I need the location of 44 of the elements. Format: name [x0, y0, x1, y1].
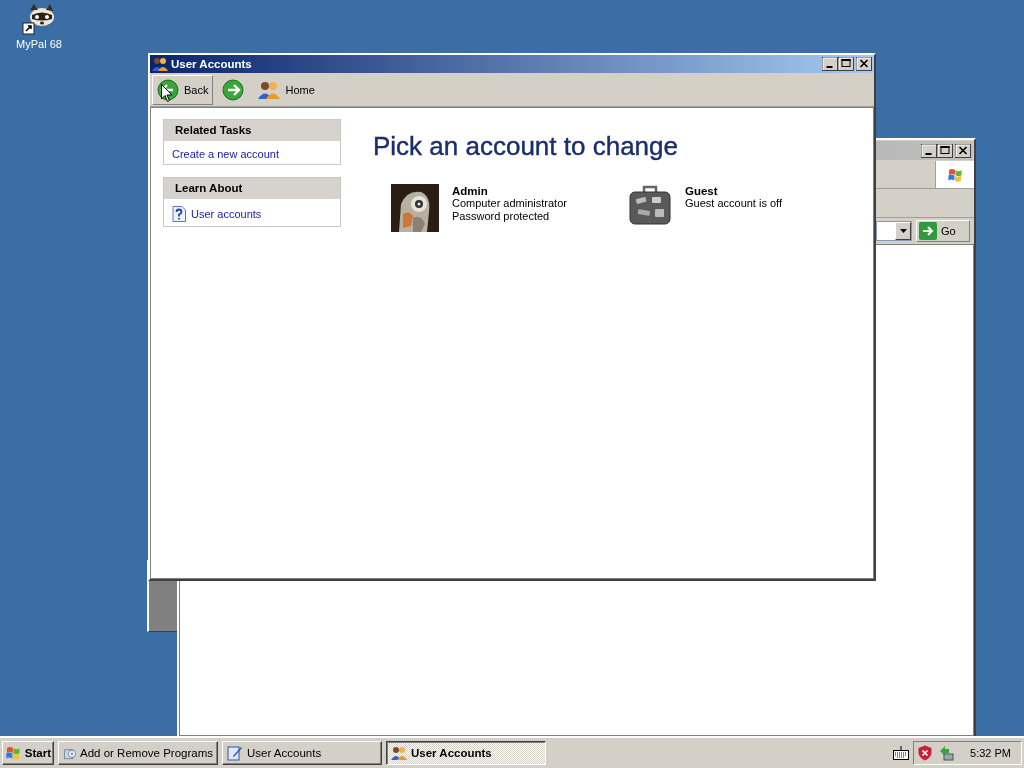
users-icon [391, 745, 407, 761]
minimize-button[interactable] [822, 57, 838, 71]
windows-logo-icon [947, 166, 963, 183]
account-name: Admin [452, 185, 489, 197]
account-detail: Guest account is off [685, 197, 783, 210]
taskbar-button[interactable]: Add or Remove Programs [58, 741, 218, 765]
icon-label: MyPal 68 [16, 38, 62, 50]
address-field[interactable] [876, 221, 912, 241]
users-icon [258, 80, 281, 100]
back-button[interactable]: Back [152, 75, 214, 105]
task-link[interactable]: User accounts [172, 206, 332, 222]
window-title: User Accounts [171, 58, 253, 70]
account-name: Guest [685, 185, 719, 197]
home-button[interactable]: Home [253, 75, 320, 105]
start-button[interactable]: Start [2, 741, 54, 765]
network-icon[interactable] [938, 745, 955, 761]
panel-header: Related Tasks [164, 120, 340, 141]
users-icon [152, 56, 168, 72]
account-detail: Password protected [452, 210, 551, 223]
dropdown-arrow-icon [899, 229, 907, 233]
help-icon [172, 206, 186, 222]
account-detail: Computer administrator [452, 197, 567, 210]
page-heading: Pick an account to change [373, 131, 679, 162]
close-button[interactable] [955, 143, 971, 158]
maximize-button[interactable] [937, 143, 953, 158]
windows-logo-icon [5, 745, 21, 761]
keyboard-icon[interactable] [893, 746, 910, 760]
taskbar-button[interactable]: User Accounts [222, 741, 382, 765]
raccoon-shortcut-icon[interactable] [22, 2, 56, 36]
maximize-button[interactable] [838, 57, 854, 71]
taskbar-button[interactable]: User Accounts [386, 741, 546, 765]
close-button[interactable] [856, 57, 872, 71]
task-link[interactable]: Create a new account [172, 148, 332, 160]
account-tile[interactable]: Admin Computer administrator Password protected [391, 184, 628, 232]
suitcase-icon [628, 184, 672, 228]
account-tile[interactable]: Guest Guest account is off [628, 184, 865, 232]
shield-icon[interactable] [918, 745, 933, 761]
mouse-cursor-icon [161, 84, 173, 103]
arrow-right-icon [919, 222, 937, 240]
clock[interactable]: 5:32 PM [970, 747, 1011, 759]
minimize-button[interactable] [921, 143, 937, 158]
pen-icon [227, 745, 243, 761]
panel-header: Learn About [164, 178, 340, 199]
go-button[interactable]: Go [916, 220, 970, 242]
